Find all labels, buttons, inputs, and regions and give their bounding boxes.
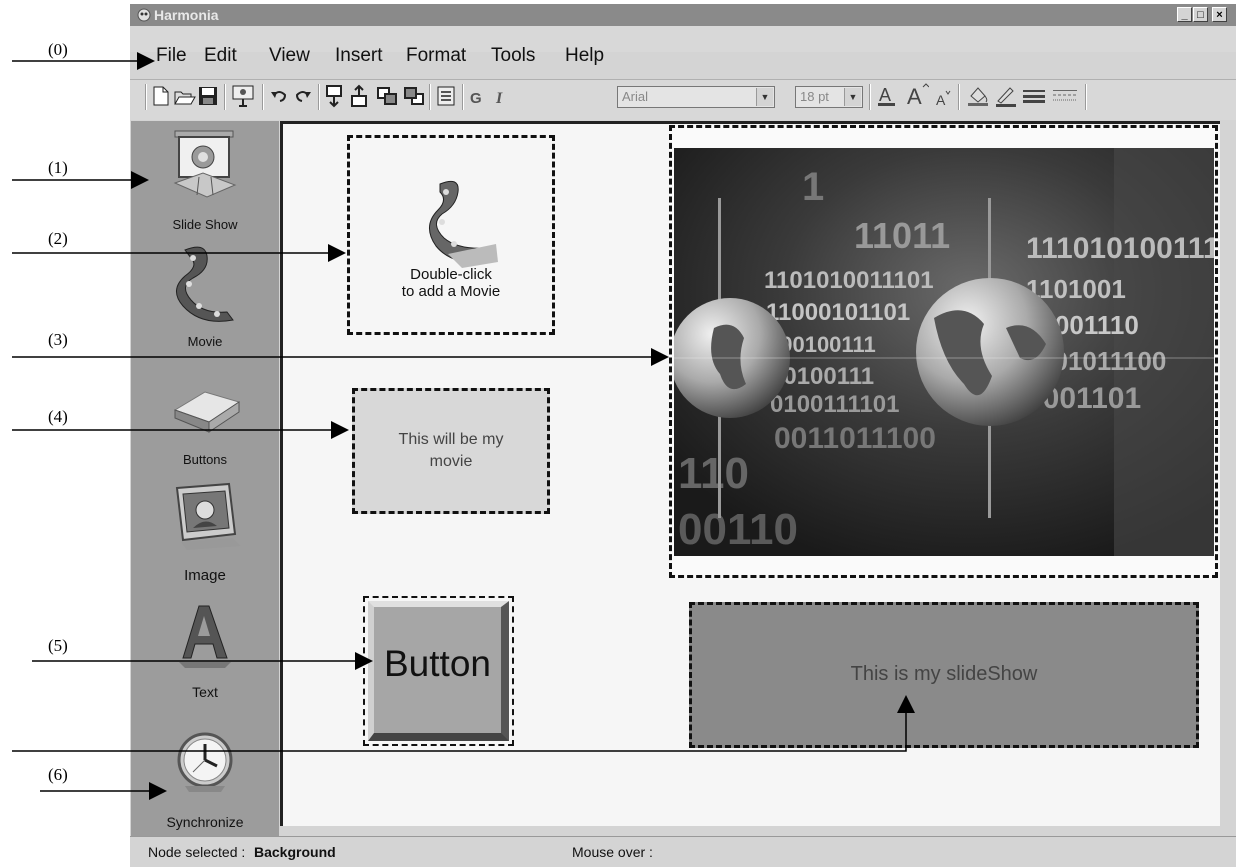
callout-arrows xyxy=(12,52,915,800)
callout-arrow-slideshow xyxy=(12,695,915,752)
